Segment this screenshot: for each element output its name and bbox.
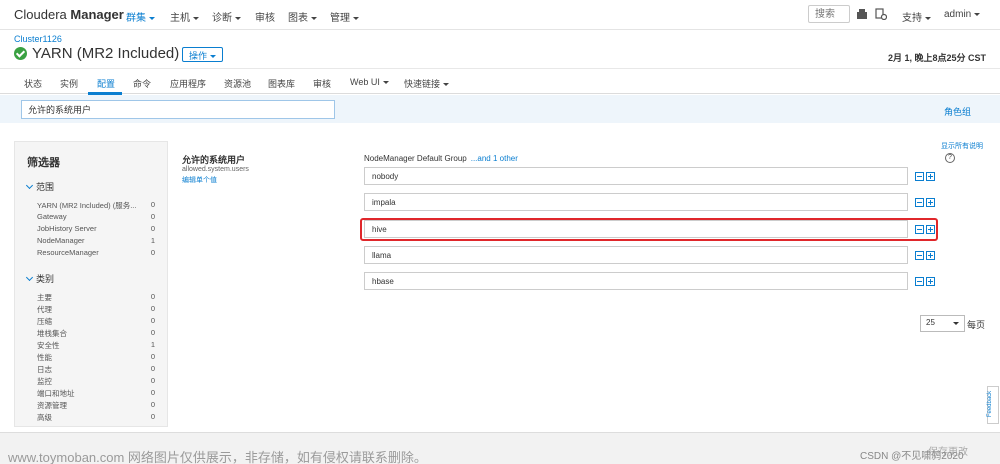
tasks-icon[interactable] xyxy=(875,8,887,20)
highlight-annotation xyxy=(360,218,938,241)
health-good-icon xyxy=(14,47,27,60)
tab-audits[interactable]: 审核 xyxy=(313,77,331,90)
cluster-link[interactable]: Cluster1126 xyxy=(14,34,62,44)
chevron-down-icon xyxy=(925,16,931,20)
category-item[interactable]: 端口和地址 0 xyxy=(37,388,155,398)
remove-value-icon[interactable] xyxy=(915,251,924,260)
category-item[interactable]: 主要 0 xyxy=(37,292,155,302)
top-navbar: Cloudera Manager 群集 主机 诊断 审核 图表 管理 支持 ad… xyxy=(0,0,1000,30)
value-field[interactable] xyxy=(364,167,908,185)
feedback-tab[interactable]: Feedback xyxy=(987,386,999,424)
remove-value-icon[interactable] xyxy=(915,277,924,286)
category-item[interactable]: 监控 0 xyxy=(37,376,155,386)
chevron-down-icon xyxy=(382,81,389,85)
chevron-down-icon xyxy=(25,273,34,282)
scope-item[interactable]: YARN (MR2 Included) (服务... 0 xyxy=(37,200,155,210)
brand-light: Cloudera xyxy=(14,7,67,22)
value-field[interactable] xyxy=(364,246,908,264)
tab-resource-pools[interactable]: 资源池 xyxy=(224,77,251,90)
support-menu[interactable]: 支持 xyxy=(902,9,931,24)
scope-item[interactable]: Gateway 0 xyxy=(37,212,155,222)
category-item[interactable]: 代理 0 xyxy=(37,304,155,314)
edit-individual-values-link[interactable]: 编辑单个值 xyxy=(182,175,217,185)
nav-charts[interactable]: 图表 xyxy=(288,9,317,24)
scope-section-toggle[interactable]: 范围 xyxy=(25,180,54,193)
add-value-icon[interactable] xyxy=(926,172,935,181)
per-page-select[interactable]: 25 xyxy=(920,315,965,332)
other-groups-link[interactable]: ...and 1 other xyxy=(471,154,518,163)
remove-value-icon[interactable] xyxy=(915,198,924,207)
filters-panel: 筛选器 范围 YARN (MR2 Included) (服务... 0 Gatew… xyxy=(14,141,168,427)
nav-diagnostics[interactable]: 诊断 xyxy=(212,9,241,24)
category-item[interactable]: 安全性 1 xyxy=(37,340,155,350)
add-value-icon[interactable] xyxy=(926,198,935,207)
tab-applications[interactable]: 应用程序 xyxy=(170,77,206,90)
chevron-down-icon xyxy=(353,16,359,20)
category-item[interactable]: 性能 0 xyxy=(37,352,155,362)
property-label: 允许的系统用户 xyxy=(182,155,246,165)
chevron-down-icon xyxy=(974,12,981,16)
tab-chart-library[interactable]: 图表库 xyxy=(268,77,295,90)
chevron-down-icon xyxy=(235,16,241,20)
tab-instances[interactable]: 实例 xyxy=(60,77,78,90)
category-item[interactable]: 压缩 0 xyxy=(37,316,155,326)
category-section-toggle[interactable]: 类别 xyxy=(25,272,54,285)
chevron-down-icon xyxy=(149,16,155,20)
per-page-label: 每页 xyxy=(967,320,986,330)
tab-configuration[interactable]: 配置 xyxy=(97,77,115,90)
scope-item[interactable]: ResourceManager 0 xyxy=(37,248,155,258)
category-item[interactable]: 高级 0 xyxy=(37,412,155,422)
search-input[interactable] xyxy=(808,5,850,23)
role-groups-link[interactable]: 角色组 xyxy=(944,105,971,118)
show-all-descriptions-link[interactable]: 显示所有说明 xyxy=(941,141,983,151)
chevron-down-icon xyxy=(443,83,450,87)
chevron-down-icon xyxy=(953,322,959,325)
nav-administration[interactable]: 管理 xyxy=(330,9,359,24)
tab-commands[interactable]: 命令 xyxy=(133,77,151,90)
help-icon[interactable]: ? xyxy=(945,153,955,163)
category-item[interactable]: 堆栈集合 0 xyxy=(37,328,155,338)
nav-clusters[interactable]: 群集 xyxy=(126,9,155,24)
tab-web-ui[interactable]: Web UI xyxy=(350,77,389,87)
page-title: YARN (MR2 Included) xyxy=(32,45,180,62)
nav-hosts[interactable]: 主机 xyxy=(170,9,199,24)
value-field[interactable] xyxy=(364,272,908,290)
chevron-down-icon xyxy=(210,55,217,59)
chevron-down-icon xyxy=(193,16,199,20)
watermark-text: www.toymoban.com 网络图片仅供展示，非存储，如有侵权请联系删除。 xyxy=(8,450,427,464)
nav-audits[interactable]: 审核 xyxy=(255,9,275,24)
brand-logo[interactable]: Cloudera Manager xyxy=(14,7,124,22)
category-item[interactable]: 资源管理 0 xyxy=(37,400,155,410)
category-item[interactable]: 日志 0 xyxy=(37,364,155,374)
scope-item[interactable]: NodeManager 1 xyxy=(37,236,155,246)
brand-bold: Manager xyxy=(70,7,124,22)
role-group-label: NodeManager Default Group ...and 1 other xyxy=(364,154,518,163)
value-field[interactable] xyxy=(364,193,908,211)
scope-item[interactable]: JobHistory Server 0 xyxy=(37,224,155,234)
parcel-icon[interactable] xyxy=(856,8,868,20)
actions-button[interactable]: 操作 xyxy=(182,47,224,62)
add-value-icon[interactable] xyxy=(926,251,935,260)
tab-status[interactable]: 状态 xyxy=(24,77,42,90)
config-search-input[interactable] xyxy=(21,100,335,119)
service-tabs: 状态 实例 配置 命令 应用程序 资源池 图表库 审核 Web UI 快速链接 xyxy=(0,68,1000,95)
current-time: 2月 1, 晚上8点25分 CST xyxy=(887,53,986,63)
chevron-down-icon xyxy=(311,16,317,20)
remove-value-icon[interactable] xyxy=(915,172,924,181)
credit-text: CSDN @不见啸鸫2020 xyxy=(860,451,964,462)
add-value-icon[interactable] xyxy=(926,277,935,286)
tab-quick-links[interactable]: 快速链接 xyxy=(404,77,450,90)
config-search-bar: 角色组 xyxy=(0,95,1000,123)
property-key: allowed.system.users xyxy=(182,166,249,173)
filters-title: 筛选器 xyxy=(27,157,60,169)
user-menu[interactable]: admin xyxy=(944,9,981,20)
chevron-down-icon xyxy=(25,181,34,190)
